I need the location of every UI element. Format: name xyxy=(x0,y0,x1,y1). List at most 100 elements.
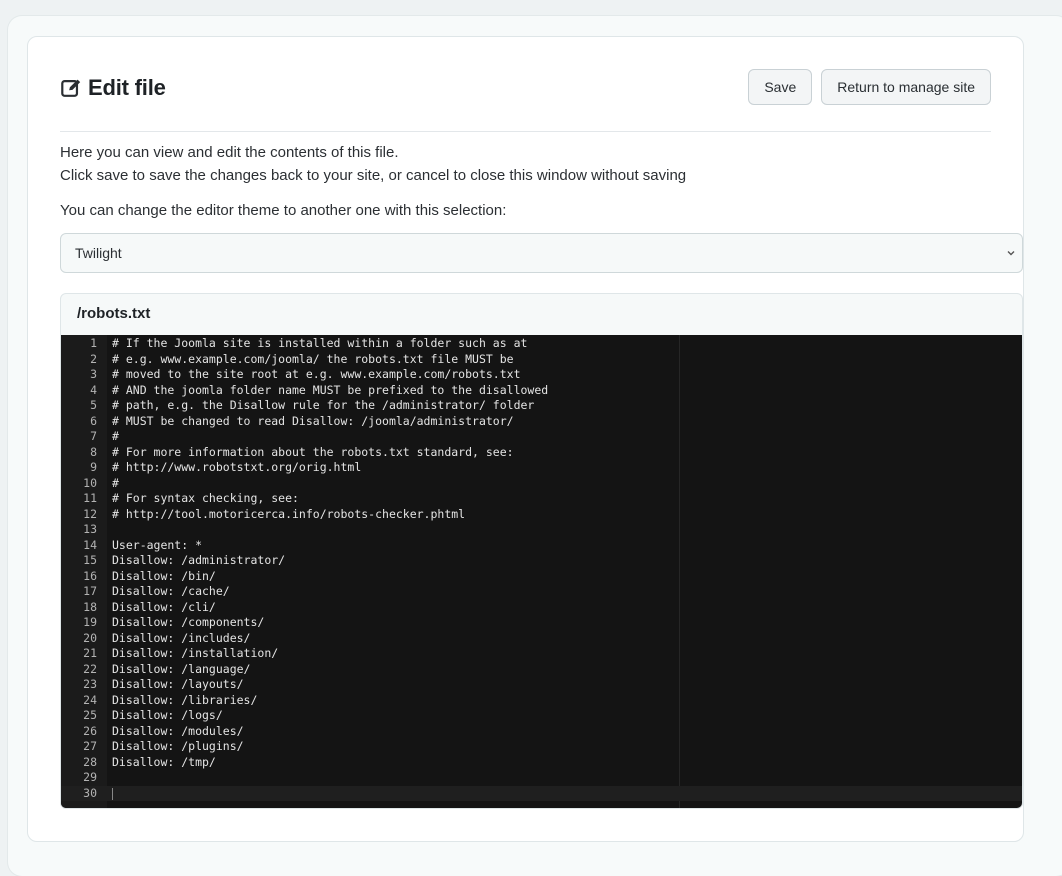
code-line[interactable]: 6 # MUST be changed to read Disallow: /jo… xyxy=(61,414,1022,430)
code-line[interactable]: 5 # path, e.g. the Disallow rule for the … xyxy=(61,398,1022,414)
line-text: Disallow: /includes/ xyxy=(112,630,251,645)
line-number: 23 xyxy=(83,677,97,691)
code-line[interactable]: 24 Disallow: /libraries/ xyxy=(61,693,1022,709)
line-text: # If the Joomla site is installed within… xyxy=(112,336,528,350)
line-text: # AND the joomla folder name MUST be pre… xyxy=(112,382,549,397)
line-text: # path, e.g. the Disallow rule for the /… xyxy=(112,398,535,412)
code-line[interactable]: 27 Disallow: /plugins/ xyxy=(61,739,1022,755)
line-number: 4 xyxy=(90,382,97,397)
line-text: # For syntax checking, see: xyxy=(112,491,299,505)
code-line[interactable]: 12 # http://tool.motoricerca.info/robots-… xyxy=(61,507,1022,523)
line-text: Disallow: /tmp/ xyxy=(112,754,216,769)
save-button[interactable]: Save xyxy=(748,69,813,105)
line-text: Disallow: /language/ xyxy=(112,661,251,676)
line-text: # xyxy=(112,475,119,490)
code-line[interactable]: 26 Disallow: /modules/ xyxy=(61,724,1022,740)
line-number: 19 xyxy=(83,615,97,629)
line-number: 11 xyxy=(83,491,97,505)
text-cursor xyxy=(112,787,113,800)
line-number: 16 xyxy=(83,568,97,583)
line-number: 20 xyxy=(83,630,97,645)
line-number: 25 xyxy=(83,708,97,722)
line-number: 29 xyxy=(83,770,97,784)
code-line[interactable]: 17 Disallow: /cache/ xyxy=(61,584,1022,600)
line-text: # e.g. www.example.com/joomla/ the robot… xyxy=(112,351,514,366)
code-line[interactable]: 4 # AND the joomla folder name MUST be pr… xyxy=(61,383,1022,399)
code-line[interactable]: 7 # xyxy=(61,429,1022,445)
line-number: 26 xyxy=(83,723,97,738)
line-text: # http://tool.motoricerca.info/robots-ch… xyxy=(112,506,466,521)
line-text: # xyxy=(112,429,119,443)
code-line[interactable]: 10 # xyxy=(61,476,1022,492)
chevron-down-icon xyxy=(1007,251,1015,256)
line-text: Disallow: /modules/ xyxy=(112,723,244,738)
line-text: Disallow: /bin/ xyxy=(112,568,216,583)
line-number: 1 xyxy=(90,336,97,350)
code-line[interactable]: 20 Disallow: /includes/ xyxy=(61,631,1022,647)
line-number: 8 xyxy=(90,444,97,459)
page-title: Edit file xyxy=(88,75,166,100)
code-line[interactable]: 23 Disallow: /layouts/ xyxy=(61,677,1022,693)
code-line[interactable]: 25 Disallow: /logs/ xyxy=(61,708,1022,724)
line-number: 6 xyxy=(90,413,97,428)
line-number: 30 xyxy=(83,785,97,800)
line-number: 15 xyxy=(83,553,97,567)
title-wrap: Edit file xyxy=(60,75,166,101)
line-number: 14 xyxy=(83,537,97,552)
code-line[interactable]: 16 Disallow: /bin/ xyxy=(61,569,1022,585)
line-text: Disallow: /administrator/ xyxy=(112,553,286,567)
line-number: 27 xyxy=(83,739,97,753)
code-line[interactable]: 1 # If the Joomla site is installed withi… xyxy=(61,336,1022,352)
code-line[interactable]: 18 Disallow: /cli/ xyxy=(61,600,1022,616)
line-text: # http://www.robotstxt.org/orig.html xyxy=(112,460,362,474)
line-number: 2 xyxy=(90,351,97,366)
edit-icon xyxy=(61,79,81,97)
line-number: 7 xyxy=(90,429,97,443)
line-number: 3 xyxy=(90,367,97,381)
line-number: 28 xyxy=(83,754,97,769)
code-line[interactable]: 14 User-agent: * xyxy=(61,538,1022,554)
line-text: Disallow: /plugins/ xyxy=(112,739,244,753)
code-line[interactable]: 29 xyxy=(61,770,1022,786)
code-line[interactable]: 22 Disallow: /language/ xyxy=(61,662,1022,678)
line-number: 24 xyxy=(83,692,97,707)
edit-file-card: Edit file Save Return to manage site Her… xyxy=(27,36,1024,842)
line-text: # moved to the site root at e.g. www.exa… xyxy=(112,367,521,381)
code-line[interactable]: 15 Disallow: /administrator/ xyxy=(61,553,1022,569)
code-editor[interactable]: 1 # If the Joomla site is installed withi… xyxy=(61,335,1022,808)
line-number: 9 xyxy=(90,460,97,474)
line-text: Disallow: /libraries/ xyxy=(112,692,258,707)
line-text: Disallow: /cache/ xyxy=(112,584,230,598)
line-number: 5 xyxy=(90,398,97,412)
line-text: Disallow: /logs/ xyxy=(112,708,223,722)
description: Here you can view and edit the contents … xyxy=(60,141,686,187)
line-text: # For more information about the robots.… xyxy=(112,444,514,459)
line-number: 17 xyxy=(83,584,97,598)
line-number: 12 xyxy=(83,506,97,521)
file-panel: /robots.txt 1 # If the Joomla site is ins… xyxy=(60,293,1023,809)
editor-lines[interactable]: 1 # If the Joomla site is installed withi… xyxy=(61,336,1022,801)
line-text: Disallow: /cli/ xyxy=(112,599,216,614)
code-line[interactable]: 11 # For syntax checking, see: xyxy=(61,491,1022,507)
line-number: 10 xyxy=(83,475,97,490)
code-line[interactable]: 28 Disallow: /tmp/ xyxy=(61,755,1022,771)
line-text: Disallow: /components/ xyxy=(112,615,265,629)
code-line[interactable]: 2 # e.g. www.example.com/joomla/ the robo… xyxy=(61,352,1022,368)
code-line[interactable]: 9 # http://www.robotstxt.org/orig.html xyxy=(61,460,1022,476)
code-line[interactable]: 8 # For more information about the robots… xyxy=(61,445,1022,461)
theme-select[interactable]: Twilight xyxy=(60,233,1023,273)
code-line[interactable]: 19 Disallow: /components/ xyxy=(61,615,1022,631)
line-number: 21 xyxy=(83,646,97,660)
return-to-manage-site-button[interactable]: Return to manage site xyxy=(821,69,991,105)
line-text: # MUST be changed to read Disallow: /joo… xyxy=(112,413,514,428)
description-line-2: Click save to save the changes back to y… xyxy=(60,167,687,184)
header-buttons: Save Return to manage site xyxy=(739,69,991,105)
code-line[interactable]: 13 xyxy=(61,522,1022,538)
description-line-1: Here you can view and edit the contents … xyxy=(60,144,399,161)
line-number: 22 xyxy=(83,661,97,676)
theme-label: You can change the editor theme to anoth… xyxy=(60,202,507,219)
line-number: 18 xyxy=(83,599,97,614)
code-line[interactable]: 30 xyxy=(61,785,1022,801)
code-line[interactable]: 21 Disallow: /installation/ xyxy=(61,646,1022,662)
code-line[interactable]: 3 # moved to the site root at e.g. www.ex… xyxy=(61,367,1022,383)
